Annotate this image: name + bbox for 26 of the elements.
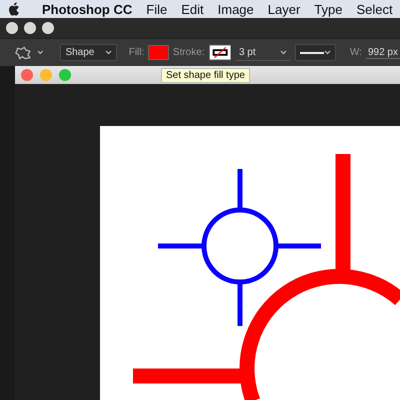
menu-item[interactable]: Image: [218, 2, 254, 16]
menu-item[interactable]: Select: [356, 2, 393, 16]
caret-icon: [280, 50, 288, 54]
app-name-menu[interactable]: Photoshop CC: [42, 2, 132, 16]
stroke-type-dropdown[interactable]: [295, 44, 336, 61]
menu-item[interactable]: Layer: [268, 2, 300, 16]
stroke-swatch-icon[interactable]: [208, 44, 231, 61]
close-window-button[interactable]: [6, 22, 18, 34]
menu-item[interactable]: File: [146, 2, 168, 16]
width-field[interactable]: 992 px: [366, 46, 400, 58]
tooltip: Set shape fill type: [161, 68, 250, 83]
apple-logo-icon[interactable]: [8, 2, 20, 16]
zoom-window-button[interactable]: [42, 22, 54, 34]
tool-preset-caret-icon: [36, 50, 44, 55]
menu-item[interactable]: Type: [314, 2, 342, 16]
freeform-shape-tool-icon[interactable]: [14, 44, 33, 60]
mode-dropdown[interactable]: Shape: [60, 44, 117, 61]
fill-label: Fill:: [128, 47, 144, 58]
minimize-window-button[interactable]: [24, 22, 36, 34]
caret-icon: [105, 50, 112, 55]
menu-item[interactable]: Edit: [181, 2, 204, 16]
caret-icon: [324, 50, 332, 55]
solid-line-icon: [300, 52, 324, 54]
stroke-label: Stroke:: [172, 47, 205, 58]
width-label: W:: [350, 47, 362, 58]
fill-color-swatch[interactable]: [148, 45, 169, 60]
